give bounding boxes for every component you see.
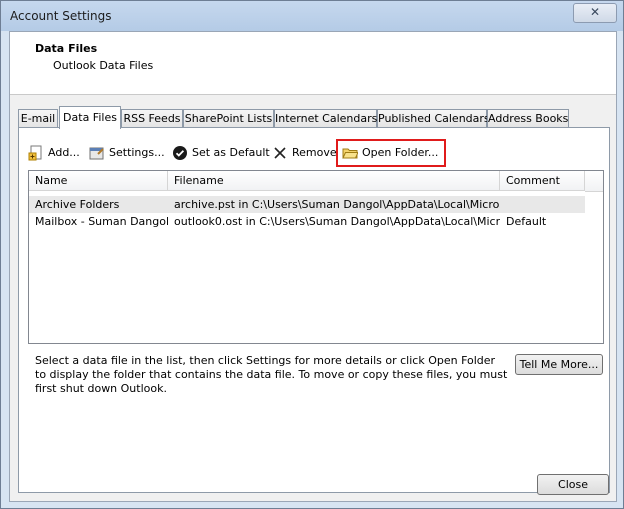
- tab-rss-feeds[interactable]: RSS Feeds: [121, 109, 183, 128]
- help-description: Select a data file in the list, then cli…: [35, 354, 508, 395]
- header-filler: [585, 171, 603, 192]
- tab-internet-calendars[interactable]: Internet Calendars: [274, 109, 377, 128]
- set-as-default-button[interactable]: Set as Default: [172, 144, 270, 162]
- row-filename: outlook0.ost in C:\Users\Suman Dangol\Ap…: [174, 215, 500, 228]
- tab-sharepoint-lists[interactable]: SharePoint Lists: [183, 109, 274, 128]
- tab-email[interactable]: E-mail: [18, 109, 58, 128]
- tab-address-books[interactable]: Address Books: [487, 109, 569, 128]
- add-button[interactable]: Add...: [28, 144, 80, 162]
- folder-icon: [342, 145, 359, 161]
- close-button[interactable]: Close: [537, 474, 609, 495]
- x-icon: [272, 145, 288, 161]
- open-folder-label: Open Folder...: [362, 146, 439, 159]
- open-folder-button[interactable]: Open Folder...: [342, 144, 438, 162]
- row-name: Mailbox - Suman Dangol: [35, 215, 168, 228]
- row-comment: Default: [506, 215, 547, 228]
- tab-published-calendars[interactable]: Published Calendars: [377, 109, 490, 128]
- column-header-filename[interactable]: Filename: [168, 171, 500, 191]
- settings-button[interactable]: Settings...: [89, 144, 165, 162]
- title-bar: Account Settings ✕: [1, 1, 623, 31]
- window-title: Account Settings: [10, 9, 112, 23]
- row-filename: archive.pst in C:\Users\Suman Dangol\App…: [174, 198, 500, 211]
- settings-label: Settings...: [109, 146, 165, 159]
- page-title: Data Files: [35, 42, 98, 55]
- tab-data-files[interactable]: Data Files: [59, 106, 121, 129]
- account-settings-window: Account Settings ✕ Data Files Outlook Da…: [0, 0, 624, 509]
- tell-me-more-button[interactable]: Tell Me More...: [515, 354, 603, 375]
- column-header-comment[interactable]: Comment: [500, 171, 585, 191]
- set-as-default-label: Set as Default: [192, 146, 270, 159]
- table-row[interactable]: Mailbox - Suman Dangol outlook0.ost in C…: [29, 213, 585, 230]
- checkmark-circle-icon: [172, 145, 188, 161]
- window-close-button[interactable]: ✕: [573, 3, 617, 23]
- add-label: Add...: [48, 146, 80, 159]
- settings-icon: [89, 145, 105, 161]
- remove-label: Remove: [292, 146, 337, 159]
- dialog-body: Data Files Outlook Data Files E-mail Dat…: [9, 31, 617, 502]
- add-file-icon: [28, 145, 44, 161]
- data-files-panel: Add... Settings... Set as Default Remove: [18, 127, 610, 493]
- table-row[interactable]: Archive Folders archive.pst in C:\Users\…: [29, 196, 585, 213]
- dialog-header: Data Files Outlook Data Files: [10, 32, 616, 95]
- remove-button[interactable]: Remove: [272, 144, 337, 162]
- page-subtitle: Outlook Data Files: [53, 59, 154, 72]
- column-header-name[interactable]: Name: [29, 171, 168, 191]
- row-name: Archive Folders: [35, 198, 120, 211]
- data-files-list[interactable]: Name Filename Comment Archive Folders ar…: [28, 170, 604, 344]
